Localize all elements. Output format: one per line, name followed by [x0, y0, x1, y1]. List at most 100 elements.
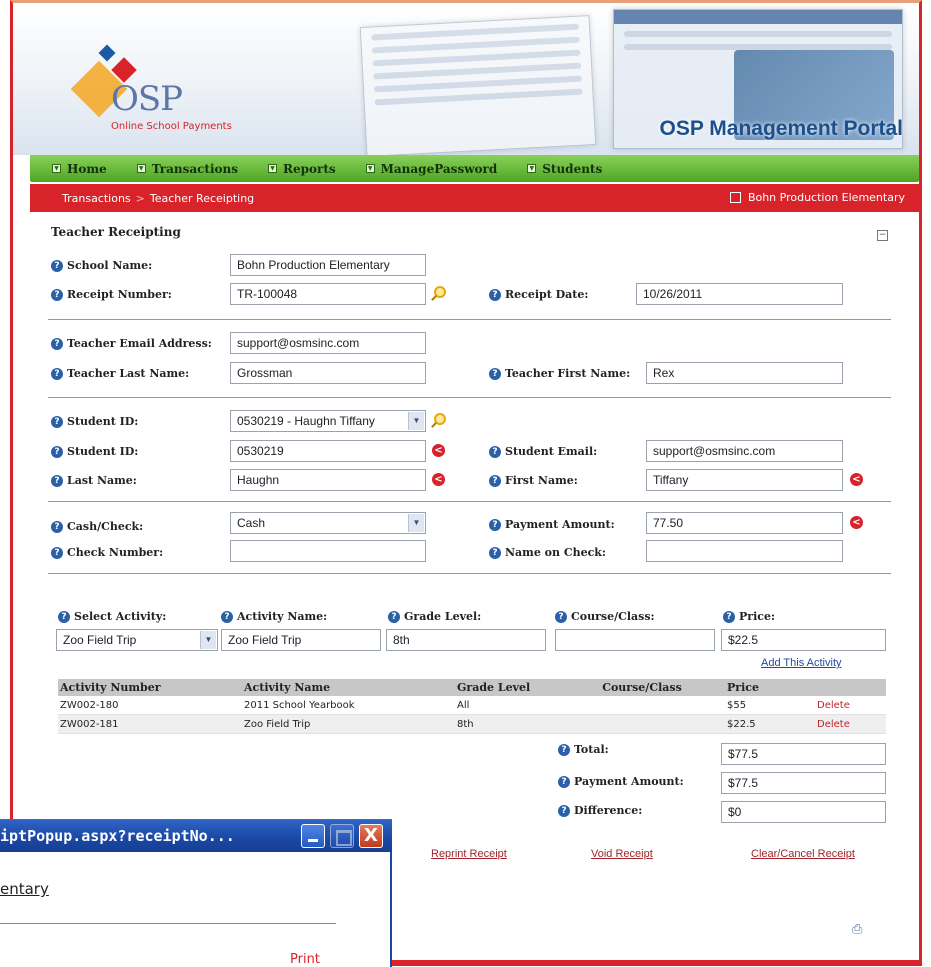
totals-payment-field[interactable]: $77.5 — [721, 772, 886, 794]
help-icon[interactable]: ? — [51, 546, 63, 559]
help-icon[interactable]: ? — [489, 546, 501, 559]
price-field[interactable]: $22.5 — [721, 629, 886, 651]
check-number-field[interactable] — [230, 540, 426, 562]
help-icon[interactable]: ? — [388, 610, 400, 623]
name-on-check-field[interactable] — [646, 540, 843, 562]
help-icon[interactable]: ? — [51, 474, 63, 487]
help-icon[interactable]: ? — [489, 367, 501, 380]
name-on-check-label: ? Name on Check: — [489, 546, 606, 559]
popup-school-link[interactable]: entary — [0, 880, 49, 898]
receipt-date-field[interactable]: 10/26/2011 — [636, 283, 843, 305]
nav-transactions[interactable]: ▼ Transactions — [136, 162, 238, 176]
help-icon[interactable]: ? — [51, 288, 63, 301]
cash-check-select[interactable]: Cash ▼ — [230, 512, 426, 534]
error-icon: < — [850, 473, 863, 486]
help-icon[interactable]: ? — [51, 259, 63, 272]
help-icon[interactable]: ? — [51, 367, 63, 380]
delete-link[interactable]: Delete — [817, 700, 877, 711]
payment-amount-field[interactable]: 77.50 — [646, 512, 843, 534]
logo-blue-square — [98, 44, 116, 62]
nav-students[interactable]: ▼ Students — [527, 162, 602, 176]
void-receipt-link[interactable]: Void Receipt — [591, 848, 653, 860]
totals-payment-label: ? Payment Amount: — [558, 775, 684, 788]
header-decor-screenshot-1 — [359, 15, 597, 155]
help-icon[interactable]: ? — [51, 445, 63, 458]
nav-arrow-icon: ▼ — [52, 164, 61, 173]
col-activity-name[interactable]: Activity Name — [244, 681, 457, 694]
teacher-email-field[interactable]: support@osmsinc.com — [230, 332, 426, 354]
divider — [48, 397, 891, 398]
lookup-icon[interactable] — [434, 286, 446, 298]
school-name-field[interactable]: Bohn Production Elementary — [230, 254, 426, 276]
last-name-field[interactable]: Haughn — [230, 469, 426, 491]
nav-arrow-icon: ▼ — [268, 164, 277, 173]
nav-home[interactable]: ▼ Home — [52, 162, 107, 176]
student-email-label: ? Student Email: — [489, 445, 597, 458]
col-grade-level[interactable]: Grade Level — [457, 681, 557, 694]
receipt-number-field[interactable]: TR-100048 — [230, 283, 426, 305]
help-icon[interactable]: ? — [51, 337, 63, 350]
cell-activity-number: ZW002-181 — [60, 718, 119, 730]
student-email-field[interactable]: support@osmsinc.com — [646, 440, 843, 462]
reprint-receipt-link[interactable]: Reprint Receipt — [431, 848, 507, 860]
divider — [48, 319, 891, 320]
col-course-class[interactable]: Course/Class — [557, 681, 727, 694]
help-icon[interactable]: ? — [558, 804, 570, 817]
select-activity-value: Zoo Field Trip — [63, 633, 137, 647]
help-icon[interactable]: ? — [558, 775, 570, 788]
help-icon[interactable]: ? — [51, 415, 63, 428]
payment-amount-label: ? Payment Amount: — [489, 518, 615, 531]
printer-icon[interactable]: ⎙ — [852, 922, 870, 937]
page-title: Teacher Receipting — [51, 225, 181, 239]
first-name-field[interactable]: Tiffany — [646, 469, 843, 491]
grade-level-field[interactable]: 8th — [386, 629, 546, 651]
teacher-last-name-label: ? Teacher Last Name: — [51, 367, 189, 380]
breadcrumb-separator: > — [135, 191, 145, 205]
help-icon[interactable]: ? — [51, 520, 63, 533]
total-field[interactable]: $77.5 — [721, 743, 886, 765]
help-icon[interactable]: ? — [489, 518, 501, 531]
help-icon[interactable]: ? — [489, 474, 501, 487]
nav-managepassword[interactable]: ▼ ManagePassword — [365, 162, 497, 176]
minimize-button[interactable] — [301, 824, 325, 848]
student-id-label: ? Student ID: — [51, 445, 138, 458]
student-id-field[interactable]: 0530219 — [230, 440, 426, 462]
divider — [48, 501, 891, 502]
nav-reports[interactable]: ▼ Reports — [268, 162, 336, 176]
price-label: ? Price: — [723, 610, 775, 623]
first-name-label: ? First Name: — [489, 474, 578, 487]
course-class-field[interactable] — [555, 629, 715, 651]
activity-name-field[interactable]: Zoo Field Trip — [221, 629, 381, 651]
help-icon[interactable]: ? — [555, 610, 567, 623]
lookup-icon[interactable] — [434, 413, 446, 425]
help-icon[interactable]: ? — [723, 610, 735, 623]
breadcrumb-section[interactable]: Transactions — [62, 192, 131, 205]
grade-level-label: ? Grade Level: — [388, 610, 481, 623]
error-icon: < — [850, 516, 863, 529]
col-activity-number[interactable]: Activity Number — [58, 681, 244, 694]
help-icon[interactable]: ? — [489, 445, 501, 458]
close-button[interactable]: X — [359, 824, 383, 848]
clear-cancel-receipt-link[interactable]: Clear/Cancel Receipt — [751, 848, 855, 860]
breadcrumb-school-name: Bohn Production Elementary — [747, 191, 905, 204]
maximize-button[interactable] — [330, 824, 354, 848]
delete-link[interactable]: Delete — [817, 719, 877, 730]
col-price[interactable]: Price — [727, 681, 817, 694]
teacher-email-label: ? Teacher Email Address: — [51, 337, 212, 350]
help-icon[interactable]: ? — [489, 288, 501, 301]
cell-price: $55 — [727, 699, 747, 711]
receipt-number-label: ? Receipt Number: — [51, 288, 172, 301]
help-icon[interactable]: ? — [58, 610, 70, 623]
help-icon[interactable]: ? — [221, 610, 233, 623]
teacher-last-name-field[interactable]: Grossman — [230, 362, 426, 384]
collapse-icon[interactable]: − — [877, 230, 888, 241]
difference-field[interactable]: $0 — [721, 801, 886, 823]
teacher-first-name-field[interactable]: Rex — [646, 362, 843, 384]
help-icon[interactable]: ? — [558, 743, 570, 756]
popup-print-link[interactable]: Print — [290, 952, 320, 967]
cell-price: $22.5 — [727, 718, 756, 730]
select-activity-select[interactable]: Zoo Field Trip ▼ — [56, 629, 218, 651]
logo-text: OSP — [111, 79, 183, 119]
add-activity-link[interactable]: Add This Activity — [761, 657, 842, 669]
student-select[interactable]: 0530219 - Haughn Tiffany ▼ — [230, 410, 426, 432]
